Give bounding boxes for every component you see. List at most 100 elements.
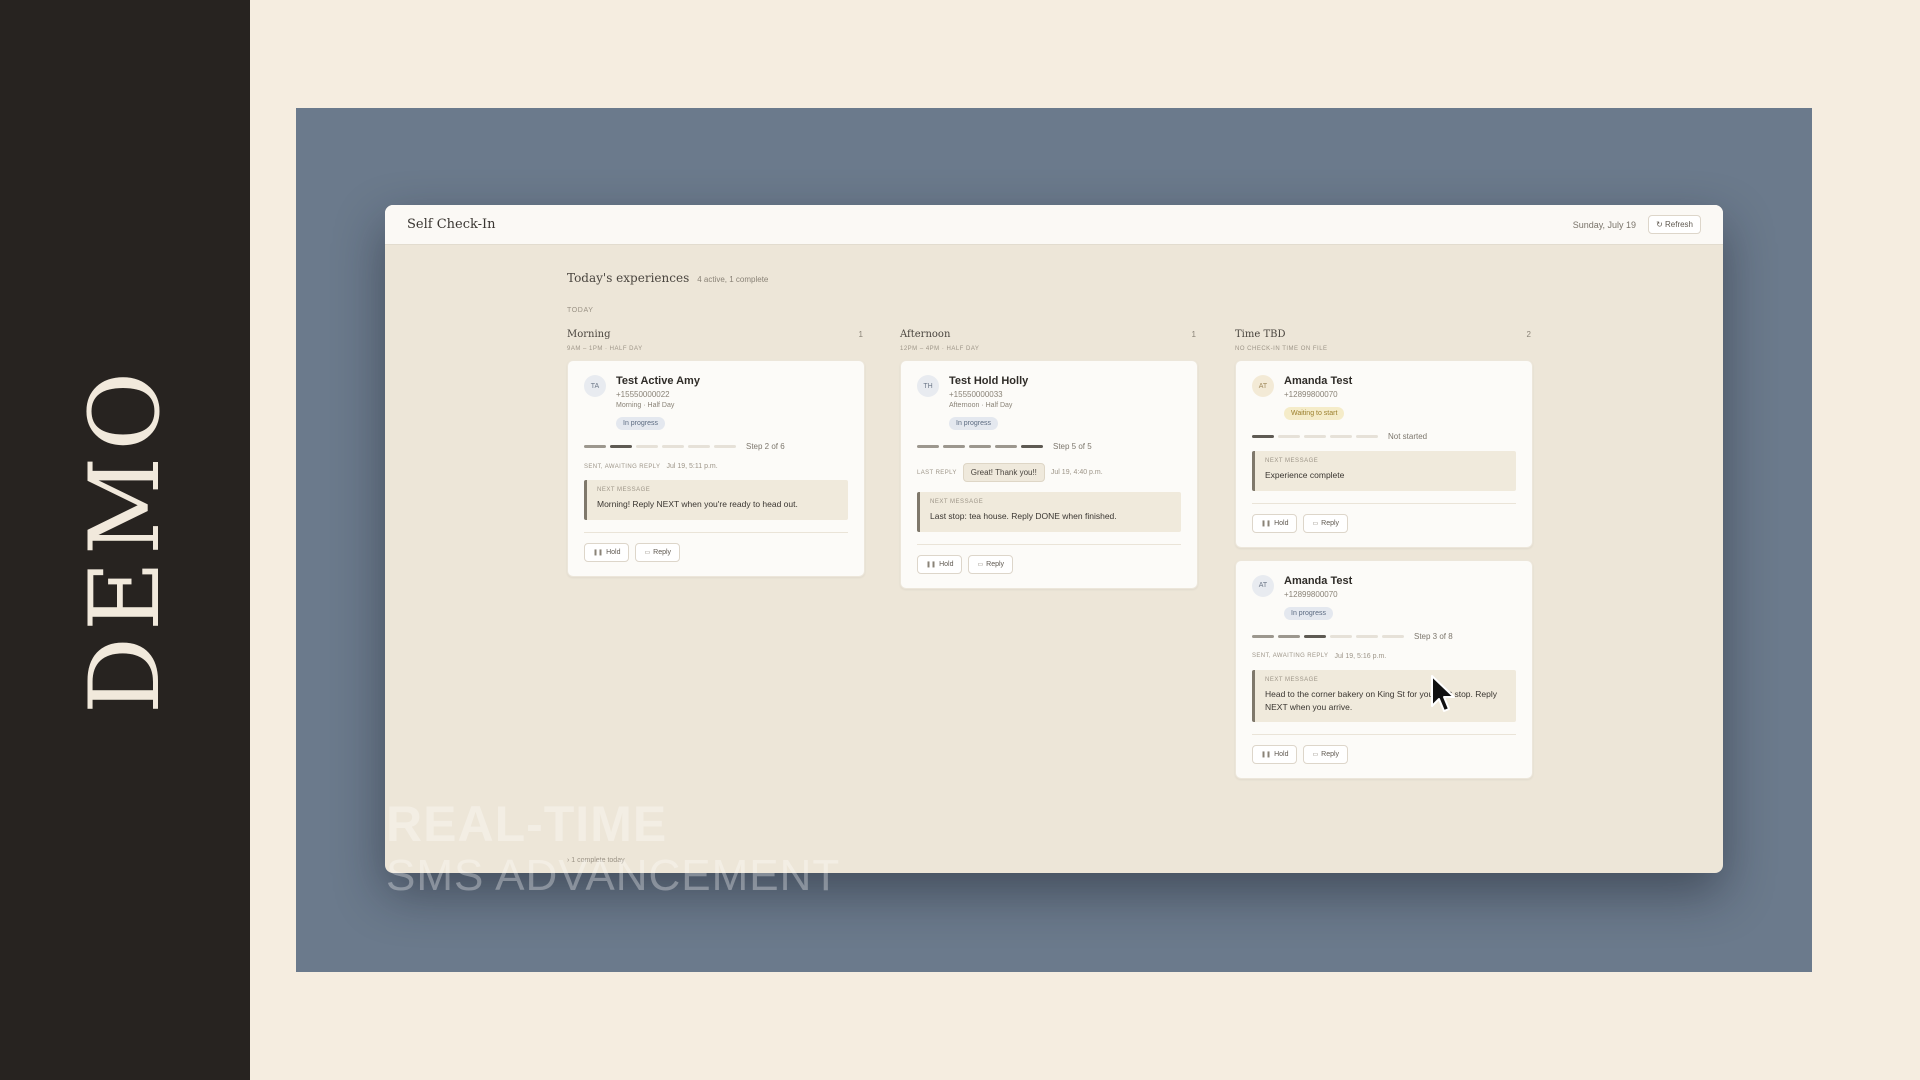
card-actions: ❚❚ Hold ▭ Reply <box>1252 513 1516 533</box>
step-text: Not started <box>1388 432 1428 441</box>
guest-phone: +12899800070 <box>1284 390 1338 399</box>
step-progress: Step 3 of 8 <box>1252 632 1516 641</box>
progress-segment <box>943 445 965 448</box>
app-window: Self Check-In Sunday, July 19 ↻ Refresh … <box>385 205 1723 873</box>
guest-name: Amanda Test <box>1284 375 1353 387</box>
avatar: TH <box>917 375 939 397</box>
avatar: AT <box>1252 574 1274 597</box>
caption-line-1: REAL-TIME <box>386 796 668 852</box>
caption-line-2: SMS ADVANCEMENT <box>386 851 841 900</box>
column-count: 2 <box>1526 330 1531 339</box>
status-badge: In progress <box>616 417 666 430</box>
hold-label: Hold <box>606 548 621 556</box>
progress-segment <box>1382 634 1404 638</box>
demo-label: DEMO <box>69 365 181 715</box>
status-badge: In progress <box>949 417 999 430</box>
progress-segment <box>1278 435 1300 438</box>
reply-button[interactable]: ▭ Reply <box>968 554 1014 574</box>
column-count: 1 <box>858 330 863 339</box>
column-subtitle: NO CHECK-IN TIME ON FILE <box>1235 346 1328 352</box>
avatar: TA <box>584 375 606 397</box>
guest-slot: Afternoon · Half Day <box>949 402 1013 409</box>
step-text: Step 2 of 6 <box>746 442 785 451</box>
step-progress: Step 2 of 6 <box>584 442 848 451</box>
next-message-label: NEXT MESSAGE <box>930 499 984 505</box>
progress-segment <box>995 445 1017 448</box>
next-message-text: Morning! Reply NEXT when you're ready to… <box>597 499 798 509</box>
card-actions: ❚❚ Hold ▭ Reply <box>584 542 848 562</box>
divider <box>1252 502 1516 504</box>
avatar: AT <box>1252 375 1274 397</box>
progress-segment <box>1021 445 1043 448</box>
reply-button[interactable]: ▭ Reply <box>635 542 681 562</box>
meta-time: Jul 19, 5:16 p.m. <box>1334 652 1387 660</box>
hold-button[interactable]: ❚❚ Hold <box>917 554 963 574</box>
progress-segment <box>1330 435 1352 438</box>
column-subtitle: 12PM – 4PM · HALF DAY <box>900 346 980 352</box>
card-header: TA Test Active Amy +15550000022 Morning … <box>584 375 848 430</box>
guest-name: Test Hold Holly <box>949 375 1029 387</box>
column-name: Afternoon <box>900 329 951 340</box>
hold-label: Hold <box>939 560 954 568</box>
progress-segment <box>1252 435 1274 438</box>
column-header: Time TBD 2 <box>1235 329 1533 340</box>
hold-button[interactable]: ❚❚ Hold <box>584 542 630 562</box>
guest-phone: +15550000033 <box>949 390 1003 399</box>
chat-bubble-icon: ▭ <box>644 549 651 556</box>
reply-button[interactable]: ▭ Reply <box>1303 513 1349 533</box>
column-header: Morning 1 <box>567 329 865 340</box>
hold-button[interactable]: ❚❚ Hold <box>1252 513 1298 533</box>
chat-bubble-icon: ▭ <box>977 561 984 568</box>
guest-card[interactable]: TH Test Hold Holly +15550000033 Afternoo… <box>900 360 1198 589</box>
progress-segment <box>688 445 710 448</box>
section-header: Today's experiences 4 active, 1 complete <box>567 271 768 285</box>
next-message: NEXT MESSAGE Experience complete <box>1252 451 1516 491</box>
column-morning: Morning 1 9AM – 1PM · HALF DAY TA Test A… <box>567 329 865 577</box>
guest-card[interactable]: AT Amanda Test +12899800070 In progress … <box>1235 559 1533 780</box>
column-header: Afternoon 1 <box>900 329 1198 340</box>
next-message-text: Experience complete <box>1265 470 1345 480</box>
progress-segment <box>584 445 606 448</box>
header-right: Sunday, July 19 ↻ Refresh <box>1573 215 1701 234</box>
next-message: NEXT MESSAGE Morning! Reply NEXT when yo… <box>584 480 848 520</box>
meta-label: SENT, AWAITING REPLY <box>1252 653 1329 660</box>
progress-segment <box>1330 634 1352 638</box>
chat-bubble-icon: ▭ <box>1312 752 1319 759</box>
hold-button[interactable]: ❚❚ Hold <box>1252 745 1298 765</box>
progress-segment <box>636 445 658 448</box>
column-time-tbd: Time TBD 2 NO CHECK-IN TIME ON FILE AT A… <box>1235 329 1533 780</box>
card-header: TH Test Hold Holly +15550000033 Afternoo… <box>917 375 1181 430</box>
divider <box>1252 734 1516 736</box>
today-label: TODAY <box>567 307 594 314</box>
guest-card[interactable]: TA Test Active Amy +15550000022 Morning … <box>567 360 865 577</box>
column-subtitle: 9AM – 1PM · HALF DAY <box>567 346 643 352</box>
card-header: AT Amanda Test +12899800070 In progress <box>1252 574 1516 620</box>
progress-segment <box>1304 435 1326 438</box>
side-band: DEMO <box>0 0 250 1080</box>
refresh-button[interactable]: ↻ Refresh <box>1648 215 1701 234</box>
status-badge: In progress <box>1284 606 1334 620</box>
divider <box>917 543 1181 545</box>
meta-line: SENT, AWAITING REPLY Jul 19, 5:11 p.m. <box>584 463 848 470</box>
step-progress: Not started <box>1252 432 1516 441</box>
reply-button[interactable]: ▭ Reply <box>1303 745 1349 765</box>
progress-segment <box>1278 634 1300 638</box>
reply-label: Reply <box>653 548 672 556</box>
reply-label: Reply <box>1321 519 1340 527</box>
guest-phone: +12899800070 <box>1284 589 1338 599</box>
guest-phone: +15550000022 <box>616 390 670 399</box>
next-message-label: NEXT MESSAGE <box>1265 458 1319 464</box>
progress-segment <box>1304 634 1326 638</box>
next-message-text: Last stop: tea house. Reply DONE when fi… <box>930 511 1117 521</box>
step-progress: Step 5 of 5 <box>917 442 1181 451</box>
progress-segment <box>714 445 736 448</box>
mouse-pointer-icon <box>1431 675 1455 712</box>
chat-bubble-icon: ▭ <box>1312 520 1319 527</box>
hold-label: Hold <box>1274 751 1289 759</box>
card-header: AT Amanda Test +12899800070 Waiting to s… <box>1252 375 1516 420</box>
next-message: NEXT MESSAGE Last stop: tea house. Reply… <box>917 492 1181 532</box>
pause-icon: ❚❚ <box>926 561 937 568</box>
meta-time: Jul 19, 4:40 p.m. <box>1050 469 1103 476</box>
app-title: Self Check-In <box>407 217 496 232</box>
guest-card[interactable]: AT Amanda Test +12899800070 Waiting to s… <box>1235 360 1533 548</box>
